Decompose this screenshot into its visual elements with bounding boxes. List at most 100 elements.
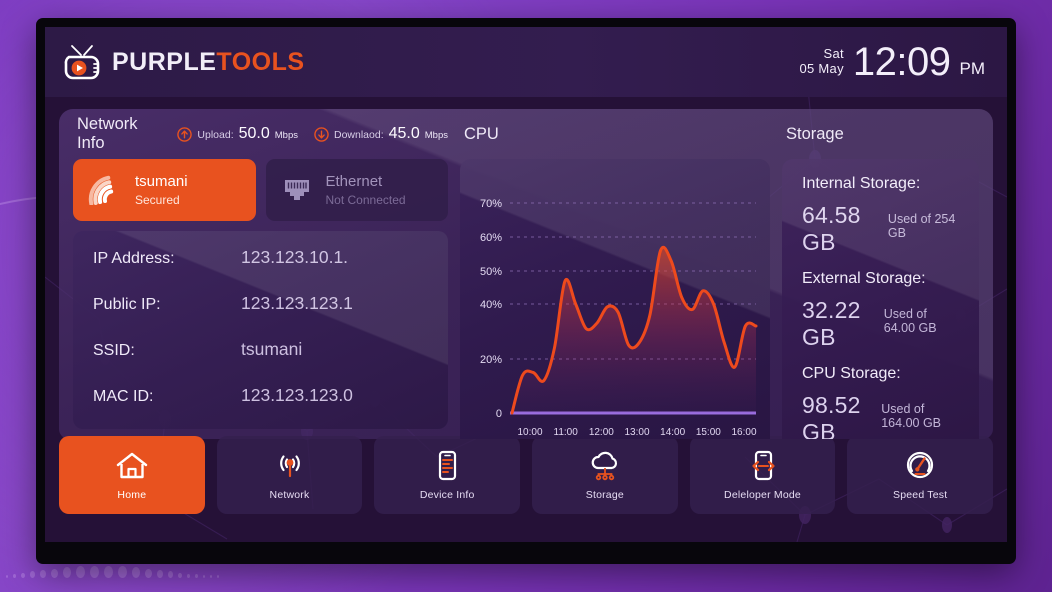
detail-key: Public IP: bbox=[93, 296, 161, 313]
detail-row-public-ip: Public IP: 123.123.123.1 bbox=[93, 293, 428, 339]
storage-used: 98.52 GB bbox=[802, 392, 861, 439]
storage-label: Internal Storage: bbox=[802, 175, 921, 192]
nav-item-device-info[interactable]: Device Info bbox=[374, 436, 521, 514]
ethernet-name: Ethernet bbox=[325, 173, 383, 190]
detail-key: IP Address: bbox=[93, 250, 175, 267]
detail-value: tsumani bbox=[241, 339, 303, 359]
svg-text:14:00: 14:00 bbox=[660, 427, 685, 438]
wifi-card-text: tsumani Secured bbox=[135, 173, 188, 207]
broadcast-icon bbox=[273, 450, 307, 482]
download-unit: Mbps bbox=[424, 130, 448, 141]
nav-label: Speed Test bbox=[893, 488, 948, 501]
upload-arrow-icon bbox=[177, 126, 193, 142]
brand-name-part2: TOOLS bbox=[216, 47, 305, 76]
cpu-title: CPU bbox=[464, 124, 499, 143]
download-value: 45.0 bbox=[388, 125, 420, 142]
wifi-icon bbox=[88, 175, 114, 205]
nav-label: Device Info bbox=[419, 488, 475, 501]
storage-header: Storage bbox=[782, 121, 979, 147]
svg-text:16:00: 16:00 bbox=[731, 427, 756, 438]
clock: Sat 05 May 12:09 PM bbox=[799, 40, 985, 85]
svg-text:10:00: 10:00 bbox=[517, 427, 542, 438]
upload-unit: Mbps bbox=[274, 130, 298, 141]
detail-key: SSID: bbox=[93, 342, 135, 359]
svg-text:13:00: 13:00 bbox=[624, 427, 649, 438]
nav-label: Network bbox=[269, 488, 310, 501]
nav-item-storage[interactable]: Storage bbox=[532, 436, 678, 514]
screen: PURPLETOOLS Sat 05 May 12:09 PM Network … bbox=[45, 27, 1007, 542]
storage-label: CPU Storage: bbox=[802, 365, 901, 382]
ethernet-status: Not Connected bbox=[325, 193, 406, 207]
ethernet-port-icon bbox=[284, 180, 309, 200]
clock-date: Sat 05 May bbox=[799, 47, 843, 76]
upload-value: 50.0 bbox=[238, 125, 270, 142]
main-panel: Network Info Upload: 50.0 Mbps Downlaod:… bbox=[59, 109, 993, 439]
brand-logo: PURPLETOOLS bbox=[63, 43, 305, 81]
background-dots bbox=[6, 562, 306, 578]
app-header: PURPLETOOLS Sat 05 May 12:09 PM bbox=[45, 27, 1007, 97]
storage-values: 64.58 GB Used of 254 GB bbox=[802, 202, 959, 256]
clock-monthday: 05 May bbox=[799, 61, 844, 76]
storage-values: 98.52 GB Used of 164.00 GB bbox=[802, 392, 959, 439]
detail-row-ip-address: IP Address: 123.123.10.1. bbox=[93, 247, 428, 293]
detail-value: 123.123.123.1 bbox=[241, 293, 353, 313]
nav-label: Storage bbox=[585, 488, 624, 501]
wifi-connection-card[interactable]: tsumani Secured bbox=[73, 159, 256, 221]
cpu-chart-svg: 0 20% 40% 50% 60% 70% 10:00 11:00 12:00 13:00 14:0… bbox=[480, 198, 758, 438]
clock-weekday: Sat bbox=[823, 46, 844, 62]
cloud-storage-icon bbox=[587, 450, 623, 482]
clock-ampm: PM bbox=[959, 58, 986, 78]
ethernet-card-text: Ethernet Not Connected bbox=[326, 173, 406, 207]
network-title: Network Info bbox=[77, 115, 138, 152]
detail-value: 123.123.10.1. bbox=[241, 247, 349, 267]
ethernet-connection-card[interactable]: Ethernet Not Connected bbox=[265, 159, 448, 221]
nav-label: Deleloper Mode bbox=[724, 488, 801, 501]
clock-time: 12:09 bbox=[852, 39, 951, 84]
svg-text:15:00: 15:00 bbox=[696, 427, 721, 438]
detail-row-mac-id: MAC ID: 123.123.123.0 bbox=[93, 385, 428, 429]
cpu-section: CPU 0 20% 40% 50% 60% 70% 10:00 11:00 12:00 13:00… bbox=[460, 121, 770, 439]
wifi-name: tsumani bbox=[135, 173, 188, 190]
svg-text:0: 0 bbox=[496, 408, 502, 420]
storage-label: External Storage: bbox=[802, 270, 926, 287]
download-arrow-icon bbox=[314, 126, 329, 142]
phone-code-icon bbox=[746, 450, 780, 482]
download-label: Downlaod: bbox=[334, 129, 384, 141]
svg-text:70%: 70% bbox=[480, 198, 502, 210]
storage-item-internal: Internal Storage: 64.58 GB Used of 254 G… bbox=[802, 175, 959, 256]
storage-item-external: External Storage: 32.22 GB Used of 64.00… bbox=[802, 270, 959, 351]
bottom-navigation: Home Network Device Info Storage Delelop… bbox=[59, 436, 994, 514]
storage-total: Used of 64.00 GB bbox=[883, 307, 937, 335]
download-speed: Downlaod: 45.0 Mbps bbox=[314, 125, 448, 143]
svg-text:11:00: 11:00 bbox=[554, 427, 579, 438]
upload-label: Upload: bbox=[197, 129, 234, 141]
svg-text:60%: 60% bbox=[480, 232, 502, 244]
storage-total: Used of 164.00 GB bbox=[881, 402, 941, 430]
nav-item-developer-mode[interactable]: Deleloper Mode bbox=[689, 436, 836, 514]
phone-info-icon bbox=[430, 450, 464, 482]
brand-name: PURPLETOOLS bbox=[112, 48, 305, 77]
network-info-section: Network Info Upload: 50.0 Mbps Downlaod:… bbox=[73, 115, 448, 429]
detail-value: 123.123.123.0 bbox=[241, 385, 353, 405]
svg-text:50%: 50% bbox=[480, 266, 502, 278]
tv-bezel: PURPLETOOLS Sat 05 May 12:09 PM Network … bbox=[36, 18, 1016, 564]
brand-name-part1: PURPLE bbox=[112, 47, 217, 76]
cpu-header: CPU bbox=[460, 121, 770, 147]
tv-play-icon bbox=[64, 45, 100, 80]
storage-used: 64.58 GB bbox=[802, 202, 861, 255]
storage-total: Used of 254 GB bbox=[887, 212, 956, 240]
svg-text:20%: 20% bbox=[480, 354, 502, 366]
speedometer-icon bbox=[903, 450, 937, 482]
detail-row-ssid: SSID: tsumani bbox=[93, 339, 428, 385]
nav-item-speed-test[interactable]: Speed Test bbox=[847, 436, 994, 514]
nav-item-network[interactable]: Network bbox=[216, 436, 363, 514]
storage-title: Storage bbox=[786, 124, 844, 143]
nav-item-home[interactable]: Home bbox=[59, 436, 205, 514]
home-icon bbox=[115, 450, 149, 482]
cpu-chart: 0 20% 40% 50% 60% 70% 10:00 11:00 12:00 13:00 14:0… bbox=[460, 159, 770, 439]
storage-values: 32.22 GB Used of 64.00 GB bbox=[802, 297, 959, 351]
storage-section: Storage Internal Storage: 64.58 GB Used … bbox=[782, 121, 979, 439]
detail-key: MAC ID: bbox=[93, 388, 154, 405]
svg-text:12:00: 12:00 bbox=[589, 427, 614, 438]
network-details: IP Address: 123.123.10.1. Public IP: 123… bbox=[73, 231, 448, 429]
